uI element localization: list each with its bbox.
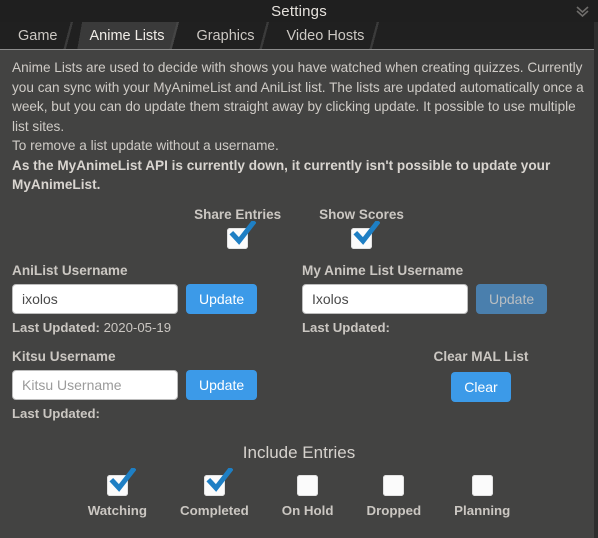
tab-divider-icon (367, 22, 384, 49)
window-titlebar: Settings (0, 0, 598, 22)
mal-input-row: Update (302, 283, 586, 314)
tab-anime-lists-label: Anime Lists (89, 27, 165, 44)
mal-username-label: My Anime List Username (302, 262, 464, 278)
clear-mal-group: Clear MAL List Clear (372, 349, 590, 421)
watching-label: Watching (87, 502, 148, 518)
show-scores-checkbox[interactable] (351, 220, 381, 249)
include-item-watching: Watching (87, 467, 148, 518)
anilist-last-updated: Last Updated: 2020-05-19 (12, 320, 302, 335)
close-icon[interactable] (573, 3, 591, 19)
clear-mal-button[interactable]: Clear (451, 371, 511, 402)
kitsu-update-button[interactable]: Update (186, 369, 258, 400)
checkmark-icon (109, 467, 136, 492)
intro-text-block: Anime Lists are used to decide with show… (12, 58, 586, 195)
mal-last-updated-label: Last Updated: (302, 319, 390, 335)
include-item-on-hold: On Hold (281, 474, 334, 518)
kitsu-last-updated-label: Last Updated: (12, 405, 100, 421)
settings-window: Settings Game Anime Lists Graphics Video… (0, 0, 598, 538)
page-title: Settings (271, 2, 327, 20)
tab-divider-icon (257, 22, 274, 49)
share-entries-group: Share Entries (194, 207, 281, 249)
anilist-field-group: AniList Username Update Last Updated: 20… (12, 263, 302, 335)
checkmark-icon (206, 467, 233, 492)
include-item-planning: Planning (454, 474, 511, 518)
tab-game-label: Game (18, 27, 58, 44)
completed-label: Completed (180, 502, 249, 518)
clear-mal-label: Clear MAL List (433, 348, 529, 364)
on-hold-checkbox[interactable] (297, 474, 319, 496)
share-entries-checkbox[interactable] (227, 220, 257, 249)
tab-graphics[interactable]: Graphics (182, 22, 274, 49)
checkmark-icon (353, 220, 381, 245)
tab-video-hosts-label: Video Hosts (286, 27, 365, 44)
anilist-input-row: Update (12, 283, 302, 314)
kitsu-username-label: Kitsu Username (12, 348, 116, 364)
anilist-username-input[interactable] (12, 283, 178, 314)
planning-checkbox[interactable] (471, 474, 493, 496)
dropped-checkbox[interactable] (383, 474, 405, 496)
anilist-last-updated-value: 2020-05-19 (103, 319, 172, 335)
on-hold-label: On Hold (281, 502, 334, 518)
include-item-dropped: Dropped (366, 474, 422, 518)
completed-checkbox[interactable] (203, 467, 233, 496)
intro-paragraph: Anime Lists are used to decide with show… (12, 60, 584, 134)
include-entries-row: Watching Completed On Hold Dropped Plann… (12, 467, 586, 518)
show-scores-label: Show Scores (319, 206, 404, 222)
account-fields-row-2: Kitsu Username Update Last Updated: Clea… (12, 349, 586, 421)
tab-game[interactable]: Game (4, 22, 77, 49)
window-right-edge (594, 22, 598, 538)
tab-bar: Game Anime Lists Graphics Video Hosts (0, 22, 598, 50)
account-fields-row-1: AniList Username Update Last Updated: 20… (12, 263, 586, 335)
tab-video-hosts[interactable]: Video Hosts (272, 22, 384, 49)
intro-remove-note: To remove a list update without a userna… (12, 138, 279, 153)
planning-label: Planning (454, 502, 511, 518)
include-entries-title: Include Entries (242, 442, 356, 462)
anilist-update-button[interactable]: Update (186, 283, 258, 314)
kitsu-username-input[interactable] (12, 369, 178, 400)
watching-checkbox[interactable] (106, 467, 136, 496)
tab-divider-icon (167, 22, 184, 49)
anilist-username-label: AniList Username (12, 262, 128, 278)
settings-content: Anime Lists are used to decide with show… (0, 50, 598, 518)
mal-last-updated: Last Updated: (302, 320, 586, 335)
share-entries-label: Share Entries (194, 206, 282, 222)
tab-graphics-label: Graphics (196, 27, 255, 44)
mal-api-warning: As the MyAnimeList API is currently down… (12, 157, 551, 193)
kitsu-last-updated: Last Updated: (12, 406, 302, 421)
tab-divider-icon (60, 22, 77, 49)
kitsu-input-row: Update (12, 369, 302, 400)
anilist-last-updated-label: Last Updated: (12, 319, 100, 335)
checkmark-icon (229, 220, 257, 245)
top-checkbox-row: Share Entries Show Scores (12, 207, 586, 249)
mal-field-group: My Anime List Username Update Last Updat… (302, 263, 586, 335)
kitsu-field-group: Kitsu Username Update Last Updated: (12, 349, 302, 421)
show-scores-group: Show Scores (319, 207, 404, 249)
include-item-completed: Completed (180, 467, 249, 518)
mal-username-input[interactable] (302, 283, 468, 314)
close-icon-glyph (575, 5, 589, 17)
tab-anime-lists[interactable]: Anime Lists (75, 22, 184, 49)
mal-update-button[interactable]: Update (476, 283, 548, 314)
dropped-label: Dropped (366, 502, 422, 518)
